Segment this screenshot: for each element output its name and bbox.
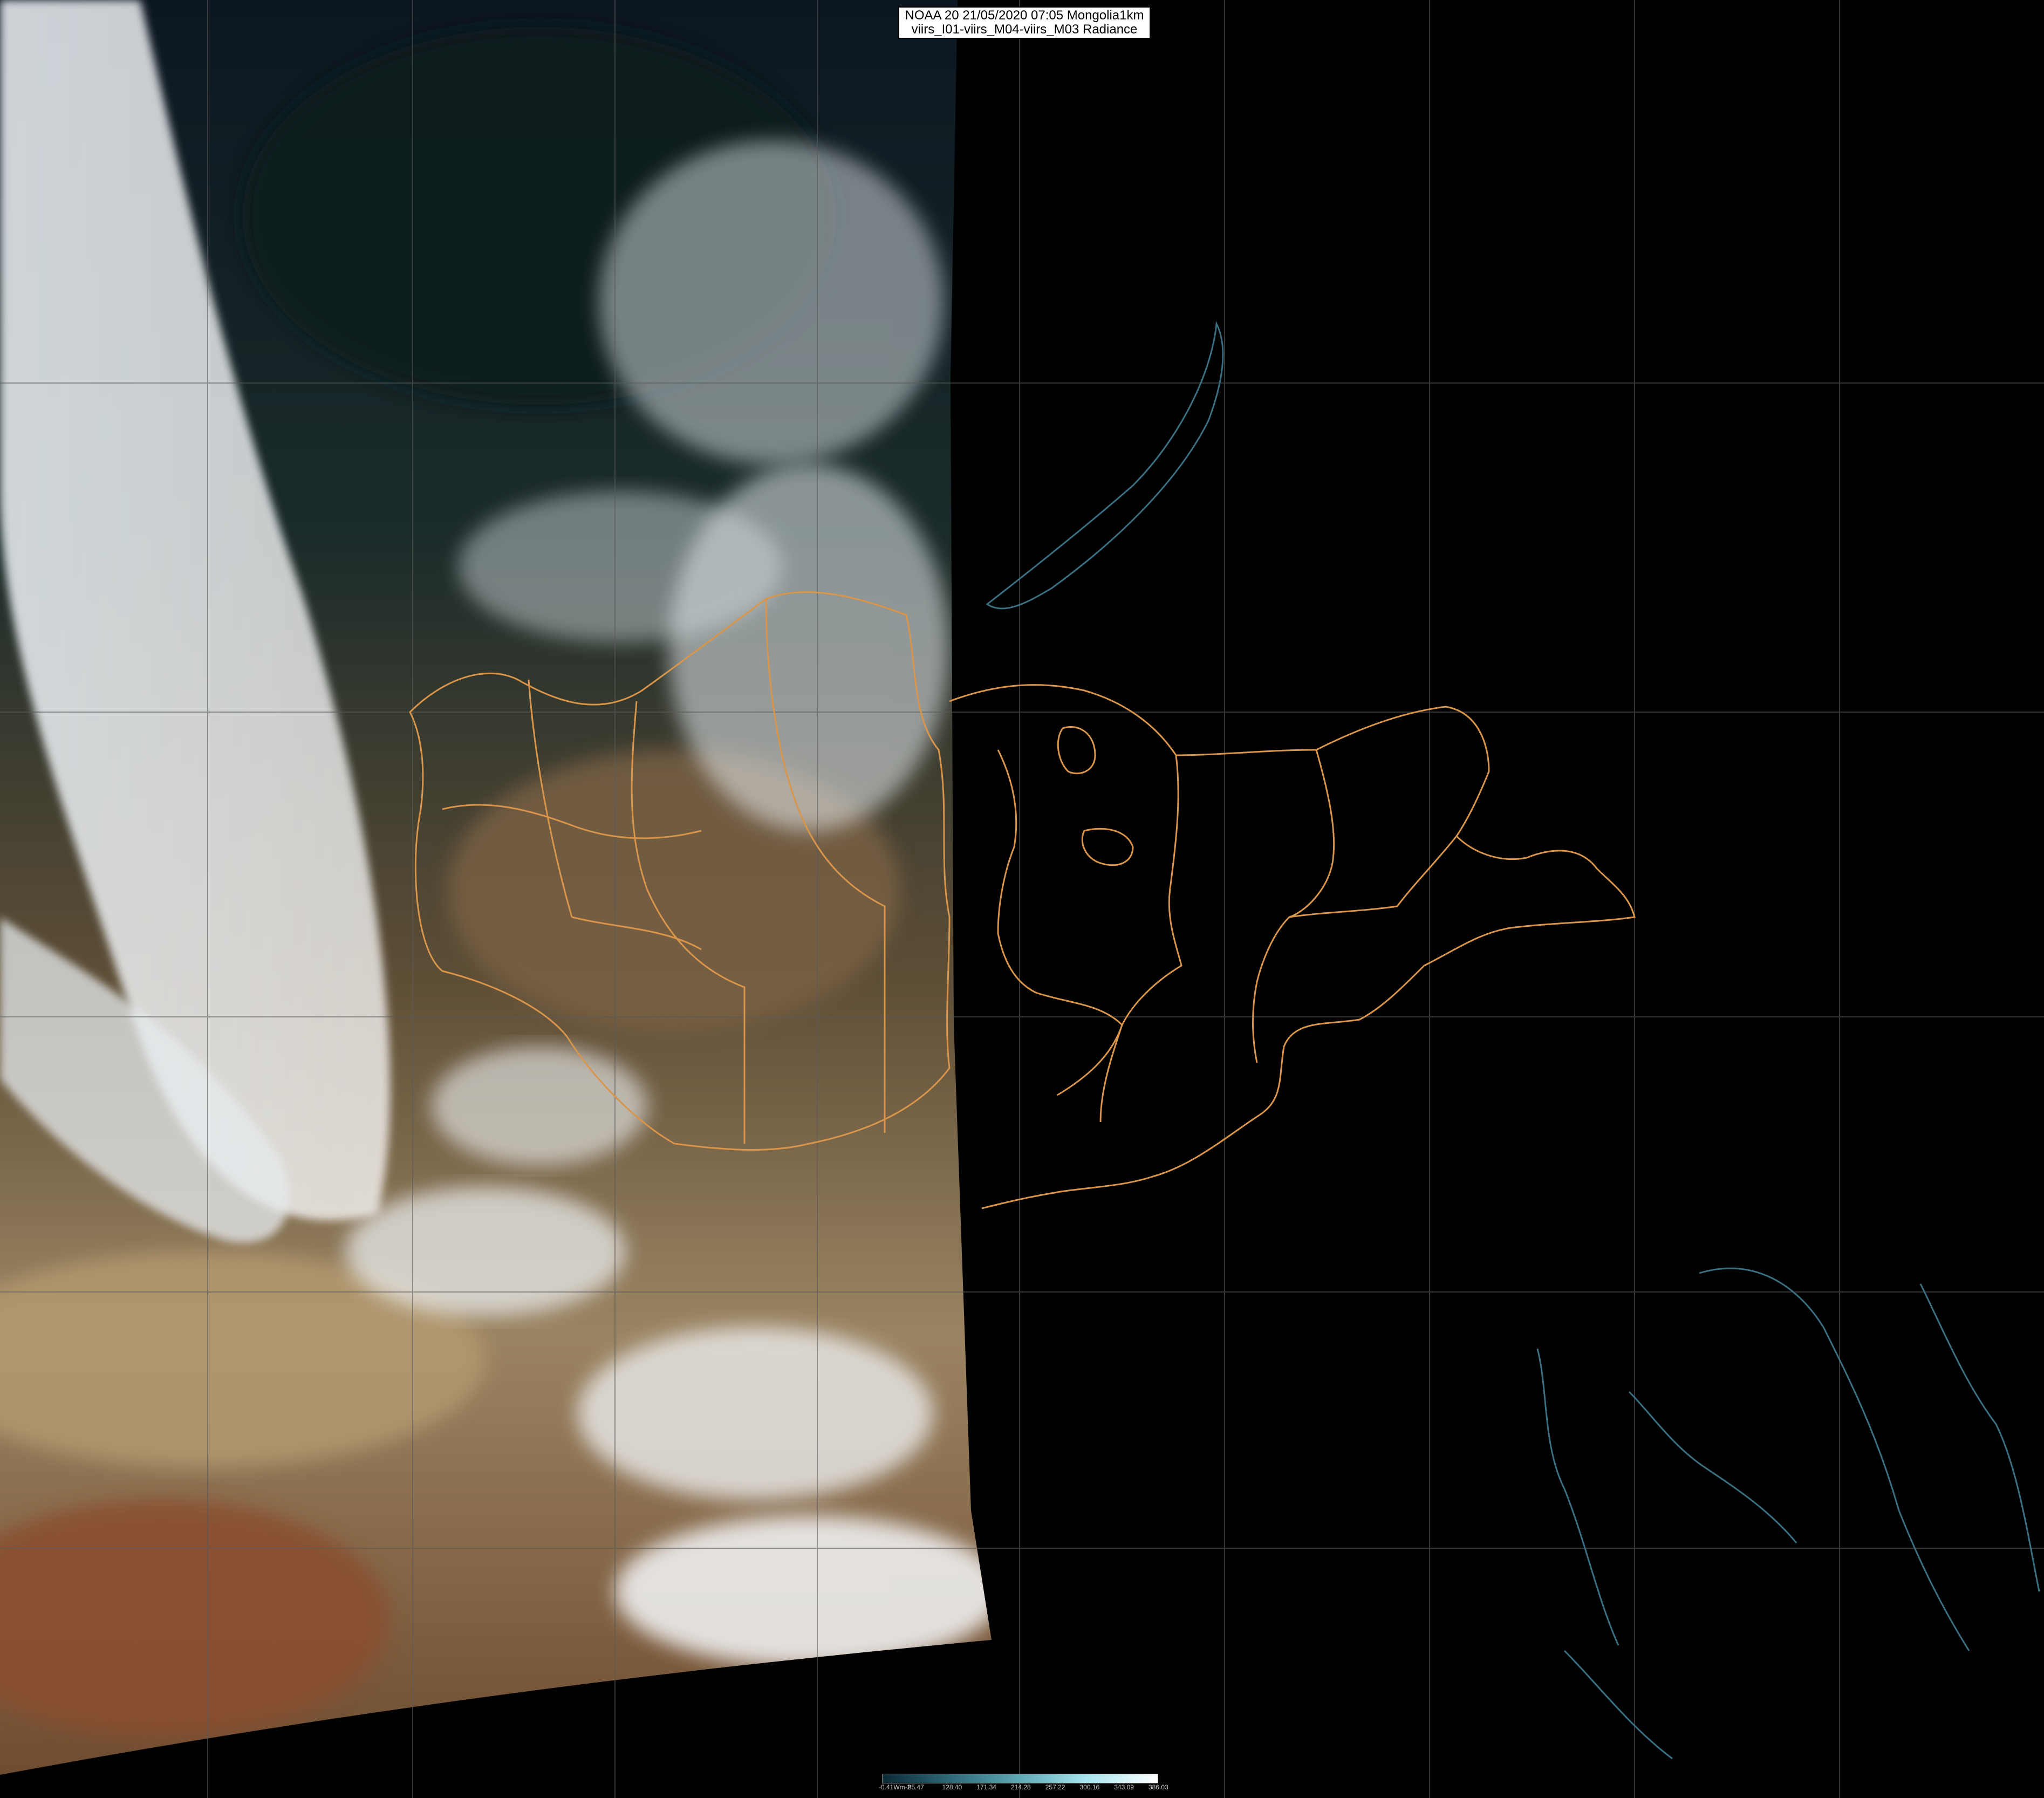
colorbar-tick-labels: -0.41Wm-2 85.47 128.40 171.34 214.28 257.22 30… [877,1783,1168,1793]
colorbar-tick-label: 343.09 [1114,1783,1134,1791]
colorbar-tick-label: 386.03 [1149,1783,1168,1791]
colorbar-tick-label: 214.28 [1011,1783,1031,1791]
title-line-1: NOAA 20 21/05/2020 07:05 Mongolia1km [905,8,1144,23]
colorbar-tick-label: 300.16 [1079,1783,1100,1791]
colorbar-tick-label: 85.47 [907,1783,924,1791]
colorbar-tick-label: 171.34 [976,1783,996,1791]
coastline-lines [986,320,2040,1760]
radiance-colorbar [882,1774,1158,1783]
image-title-box: NOAA 20 21/05/2020 07:05 Mongolia1km vii… [898,6,1151,39]
title-line-2: viirs_I01-viirs_M04-viirs_M03 Radiance [911,22,1138,37]
satellite-image-map [0,0,2044,1798]
colorbar-tick-label: 128.40 [942,1783,962,1791]
satellite-map-view: NOAA 20 21/05/2020 07:05 Mongolia1km vii… [0,0,2044,1798]
colorbar-tick-label: 257.22 [1045,1783,1065,1791]
colorbar-tick-label: -0.41Wm-2 [879,1783,911,1791]
satellite-swath [0,0,992,1775]
